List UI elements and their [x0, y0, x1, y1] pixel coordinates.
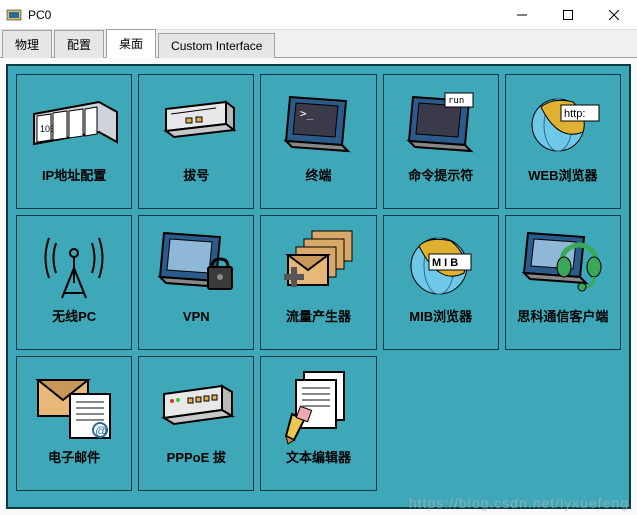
tab-label: 物理: [15, 38, 39, 52]
pppoe-icon: [151, 361, 241, 451]
app-mib-browser[interactable]: MIB MIB浏览器: [383, 215, 499, 350]
terminal-icon: >_: [273, 79, 363, 169]
http-badge: http:: [564, 108, 585, 120]
app-label: 终端: [305, 169, 331, 184]
tab-config[interactable]: 配置: [54, 30, 104, 58]
mib-browser-icon: MIB: [396, 220, 486, 310]
app-pppoe[interactable]: PPPoE 拔: [138, 356, 254, 491]
tab-custom-interface[interactable]: Custom Interface: [158, 33, 275, 58]
minimize-icon: [517, 10, 527, 20]
svg-text:>_: >_: [300, 107, 314, 120]
cisco-communicator-icon: [518, 220, 608, 310]
titlebar: PC0: [0, 0, 637, 30]
dialup-icon: [151, 79, 241, 169]
traffic-generator-icon: [273, 220, 363, 310]
tab-label: 桌面: [119, 37, 143, 51]
ip-config-icon: 106: [29, 79, 119, 169]
tab-desktop[interactable]: 桌面: [106, 29, 156, 58]
desktop-grid: 106 IP地址配置 拔号 >_: [6, 64, 631, 509]
app-web-browser[interactable]: http: WEB浏览器: [505, 74, 621, 209]
tab-label: 配置: [67, 38, 91, 52]
maximize-icon: [563, 10, 573, 20]
app-label: 流量产生器: [286, 310, 351, 325]
tab-label: Custom Interface: [171, 39, 262, 53]
app-label: 电子邮件: [48, 451, 100, 466]
vpn-icon: [151, 220, 241, 310]
tabbar: 物理 配置 桌面 Custom Interface: [0, 30, 637, 58]
close-icon: [609, 10, 619, 20]
app-traffic-generator[interactable]: 流量产生器: [260, 215, 376, 350]
email-icon: @: [29, 361, 119, 451]
minimize-button[interactable]: [499, 0, 545, 30]
app-email[interactable]: @ 电子邮件: [16, 356, 132, 491]
app-cisco-communicator[interactable]: 思科通信客户端: [505, 215, 621, 350]
app-label: PPPoE 拔: [167, 451, 226, 466]
app-label: WEB浏览器: [528, 169, 597, 184]
app-label: 文本编辑器: [286, 451, 351, 466]
svg-text:@: @: [95, 424, 107, 438]
app-label: 命令提示符: [408, 169, 473, 184]
app-label: 无线PC: [52, 310, 96, 325]
app-label: IP地址配置: [42, 169, 106, 184]
run-badge: run: [448, 96, 464, 106]
app-ip-config[interactable]: 106 IP地址配置: [16, 74, 132, 209]
app-label: MIB浏览器: [409, 310, 472, 325]
close-button[interactable]: [591, 0, 637, 30]
app-vpn[interactable]: VPN: [138, 215, 254, 350]
wireless-pc-icon: [29, 220, 119, 310]
app-wireless-pc[interactable]: 无线PC: [16, 215, 132, 350]
app-terminal[interactable]: >_ 终端: [260, 74, 376, 209]
text-editor-icon: [273, 361, 363, 451]
mib-badge: MIB: [432, 257, 461, 269]
command-prompt-icon: run: [396, 79, 486, 169]
tab-physical[interactable]: 物理: [2, 30, 52, 58]
app-text-editor[interactable]: 文本编辑器: [260, 356, 376, 491]
web-browser-icon: http:: [518, 79, 608, 169]
app-label: 拔号: [183, 169, 209, 184]
app-label: 思科通信客户端: [517, 310, 608, 325]
window-title: PC0: [28, 8, 499, 22]
app-label: VPN: [183, 310, 210, 325]
desktop-container: 106 IP地址配置 拔号 >_: [0, 58, 637, 515]
maximize-button[interactable]: [545, 0, 591, 30]
app-icon: [6, 7, 22, 23]
app-command-prompt[interactable]: run 命令提示符: [383, 74, 499, 209]
app-dialup[interactable]: 拔号: [138, 74, 254, 209]
